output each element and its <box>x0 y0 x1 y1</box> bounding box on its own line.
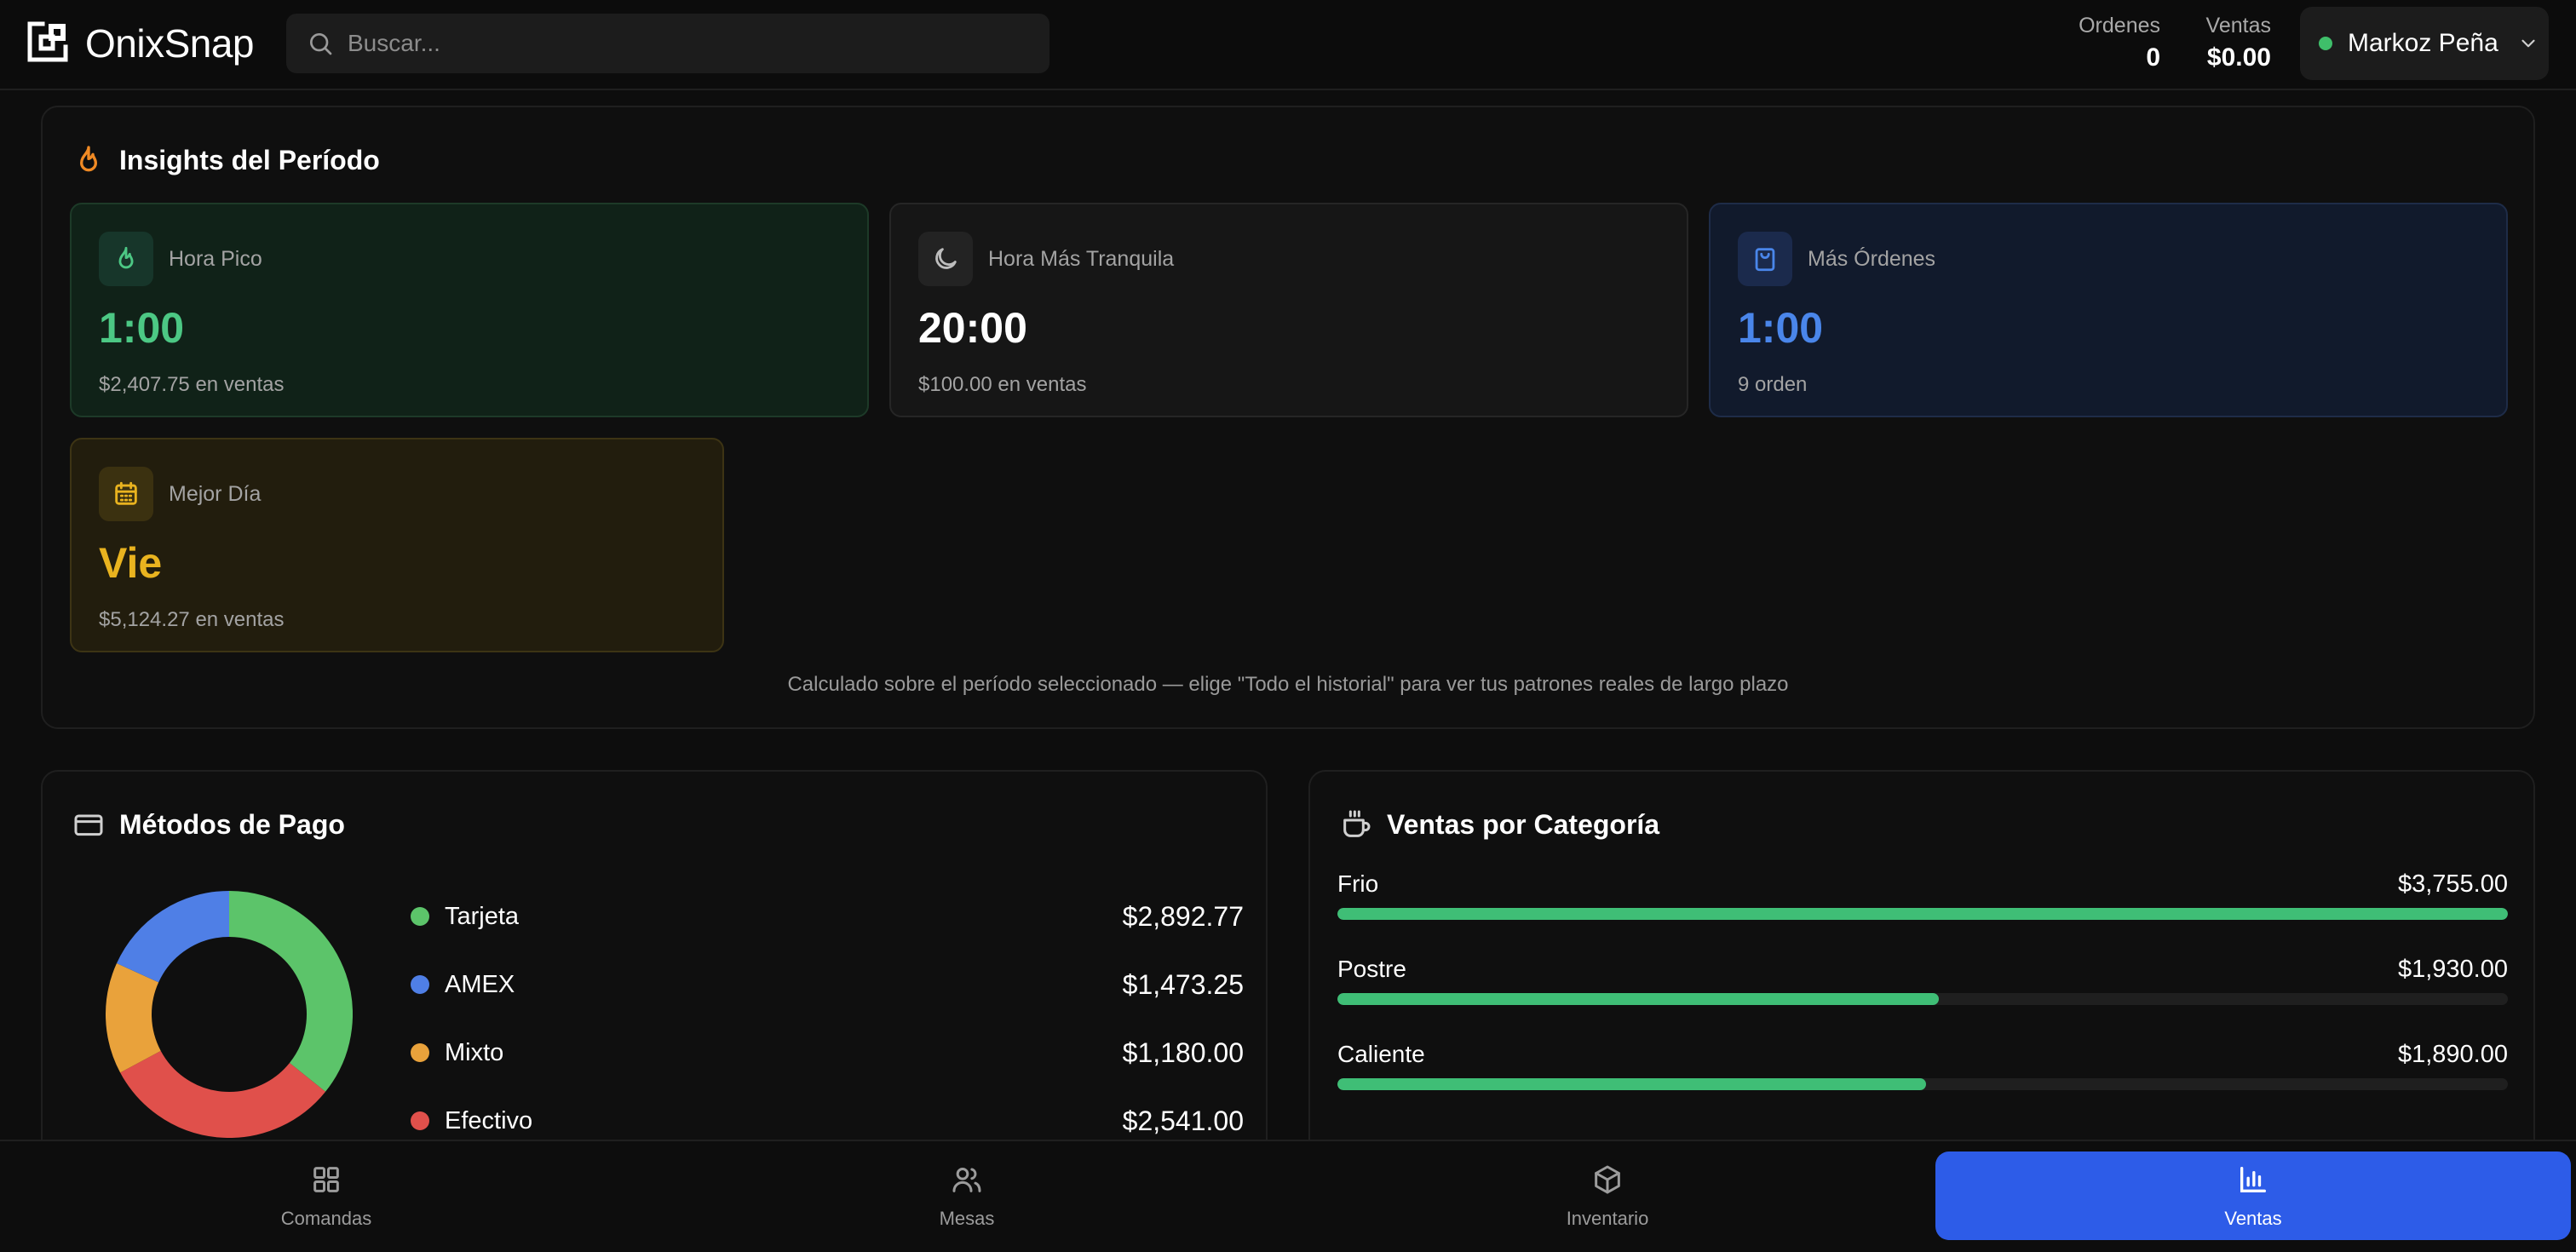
category-bar-track <box>1337 908 2508 920</box>
insight-tile-quietest-hour: Hora Más Tranquila 20:00 $100.00 en vent… <box>889 203 1688 417</box>
app-name: OnixSnap <box>85 21 255 66</box>
category-value: $1,930.00 <box>2397 956 2508 983</box>
calendar-icon <box>99 467 153 521</box>
insight-tile-peak-hour: Hora Pico 1:00 $2,407.75 en ventas <box>70 203 869 417</box>
insight-tile-most-orders: Más Órdenes 1:00 9 orden <box>1709 203 2508 417</box>
flame-icon <box>72 143 106 177</box>
donut-slice-tarjeta <box>228 891 353 1092</box>
payment-method-name: Efectivo <box>445 1106 533 1134</box>
category-bar-fill <box>1337 1078 1927 1090</box>
onixsnap-logo-icon <box>26 20 70 68</box>
payment-method-value: $2,541.00 <box>1122 1105 1244 1136</box>
credit-card-icon <box>72 807 106 841</box>
payment-donut-chart <box>106 891 353 1138</box>
chevron-down-icon <box>2517 32 2539 55</box>
insight-tile-best-day: Mejor Día Vie $5,124.27 en ventas <box>70 438 724 652</box>
search-icon <box>307 30 334 57</box>
category-bar-track <box>1337 1078 2508 1090</box>
payment-method-row: Mixto $1,180.00 <box>411 1019 1244 1087</box>
donut-slice-mixto <box>106 963 162 1073</box>
insight-label: Más Órdenes <box>1808 247 1936 271</box>
users-icon <box>950 1163 984 1201</box>
category-list: Frio $3,755.00 Postre $1,930.00 Caliente… <box>1337 870 2508 1126</box>
insight-sub: 9 orden <box>1738 373 1808 396</box>
insights-card: Insights del Período Hora Pico 1:00 $2,4… <box>41 106 2535 729</box>
category-name: Postre <box>1337 956 1406 982</box>
legend-dot <box>411 1043 429 1062</box>
bar-chart-icon <box>2236 1163 2270 1201</box>
category-row: Frio $3,755.00 <box>1337 870 2508 956</box>
insight-label: Hora Más Tranquila <box>988 247 1175 271</box>
categories-title: Ventas por Categoría <box>1387 808 1660 840</box>
category-bar-track <box>1337 993 2508 1005</box>
bottom-nav: Comandas Mesas Inventario Ventas <box>0 1140 2576 1252</box>
donut-slice-efectivo <box>120 1050 326 1138</box>
insight-value: Vie <box>99 539 163 587</box>
insights-note: Calculado sobre el período seleccionado … <box>787 673 1789 696</box>
payment-method-list: Tarjeta $2,892.77 AMEX $1,473.25 Mixto $… <box>411 882 1244 1155</box>
categories-header: Ventas por Categoría <box>1339 804 1659 845</box>
insight-sub: $5,124.27 en ventas <box>99 608 285 631</box>
insight-sub: $100.00 en ventas <box>918 373 1087 396</box>
category-bar-fill <box>1337 993 1940 1005</box>
nav-label: Ventas <box>2224 1207 2282 1229</box>
sales-label: Ventas <box>2205 14 2271 37</box>
payment-method-value: $1,180.00 <box>1122 1037 1244 1068</box>
user-menu-button[interactable]: Markoz Peña <box>2300 7 2549 80</box>
insights-header: Insights del Período <box>72 140 380 181</box>
insight-value: 20:00 <box>918 304 1027 352</box>
nav-label: Mesas <box>939 1207 995 1229</box>
app-root: OnixSnap Ordenes 0 Ventas $0.00 Markoz P… <box>0 0 2576 1252</box>
sales-stat: Ventas $0.00 <box>2206 14 2271 72</box>
grid-icon <box>309 1163 343 1201</box>
nav-item-ventas[interactable]: Ventas <box>1935 1151 2571 1240</box>
payment-method-value: $1,473.25 <box>1122 968 1244 1000</box>
top-bar: OnixSnap Ordenes 0 Ventas $0.00 Markoz P… <box>0 0 2576 90</box>
insight-value: 1:00 <box>99 304 185 352</box>
orders-label: Ordenes <box>2079 14 2160 37</box>
search-bar[interactable] <box>286 14 1049 73</box>
legend-dot <box>411 1111 429 1130</box>
donut-slice-amex <box>116 891 230 984</box>
nav-label: Inventario <box>1566 1207 1649 1229</box>
insight-value: 1:00 <box>1738 304 1824 352</box>
orders-value: 0 <box>2146 43 2160 72</box>
box-icon <box>1590 1163 1624 1201</box>
coffee-cup-icon <box>1339 807 1373 841</box>
sales-value: $0.00 <box>2206 43 2271 72</box>
payment-method-row: Tarjeta $2,892.77 <box>411 882 1244 950</box>
category-bar-fill <box>1337 908 2508 920</box>
flame-icon <box>99 232 153 286</box>
insight-label: Mejor Día <box>169 482 262 506</box>
legend-dot <box>411 975 429 994</box>
category-value: $1,890.00 <box>2397 1041 2508 1068</box>
logo[interactable]: OnixSnap <box>26 19 255 68</box>
legend-dot <box>411 907 429 926</box>
insights-title: Insights del Período <box>119 144 380 175</box>
nav-item-inventario[interactable]: Inventario <box>1290 1151 1925 1240</box>
nav-item-comandas[interactable]: Comandas <box>9 1151 644 1240</box>
payment-method-name: Tarjeta <box>445 902 520 930</box>
moon-icon <box>918 232 973 286</box>
category-name: Frio <box>1337 870 1379 897</box>
category-value: $3,755.00 <box>2397 870 2508 898</box>
payments-header: Métodos de Pago <box>72 804 345 845</box>
search-input[interactable] <box>348 30 1029 57</box>
nav-label: Comandas <box>280 1207 372 1229</box>
category-name: Caliente <box>1337 1041 1425 1067</box>
nav-item-mesas[interactable]: Mesas <box>649 1151 1285 1240</box>
user-name: Markoz Peña <box>2348 29 2498 57</box>
payment-method-value: $2,892.77 <box>1122 900 1244 932</box>
insight-label: Hora Pico <box>169 247 262 271</box>
payment-method-name: AMEX <box>445 970 515 998</box>
shopping-bag-icon <box>1738 232 1792 286</box>
insight-sub: $2,407.75 en ventas <box>99 373 285 396</box>
online-status-dot <box>2319 37 2332 50</box>
payments-title: Métodos de Pago <box>119 808 345 840</box>
payment-method-name: Mixto <box>445 1038 504 1066</box>
orders-stat: Ordenes 0 <box>2079 14 2160 72</box>
payment-method-row: AMEX $1,473.25 <box>411 950 1244 1019</box>
category-row: Postre $1,930.00 <box>1337 956 2508 1041</box>
category-row: Caliente $1,890.00 <box>1337 1041 2508 1126</box>
